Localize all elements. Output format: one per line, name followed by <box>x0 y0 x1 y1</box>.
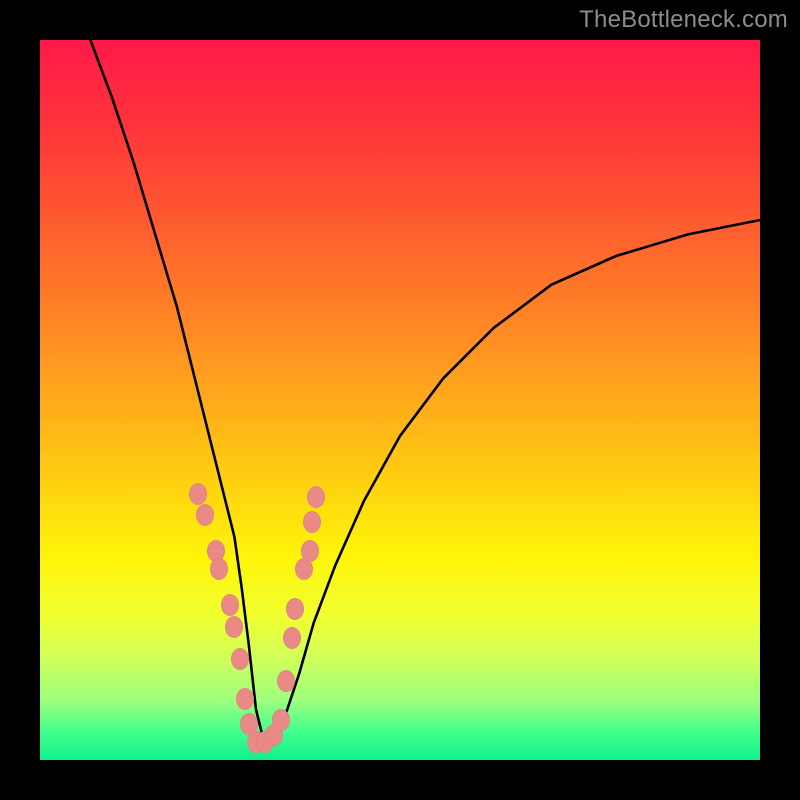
watermark-label: TheBottleneck.com <box>579 6 788 34</box>
highlight-marker <box>196 504 214 526</box>
highlight-marker <box>286 598 304 620</box>
highlight-marker <box>231 648 249 670</box>
curve-layer <box>40 40 760 760</box>
highlight-marker <box>307 486 325 508</box>
highlight-marker <box>303 511 321 533</box>
highlight-marker <box>272 709 290 731</box>
highlight-marker <box>277 670 295 692</box>
highlight-marker <box>221 594 239 616</box>
highlight-marker <box>225 616 243 638</box>
chart-root: { "watermark": "TheBottleneck.com", "col… <box>0 0 800 800</box>
highlight-marker <box>210 558 228 580</box>
highlight-marker <box>283 627 301 649</box>
highlight-marker <box>189 483 207 505</box>
bottleneck-curve <box>90 40 760 746</box>
highlight-marker <box>236 688 254 710</box>
highlight-marker <box>301 540 319 562</box>
